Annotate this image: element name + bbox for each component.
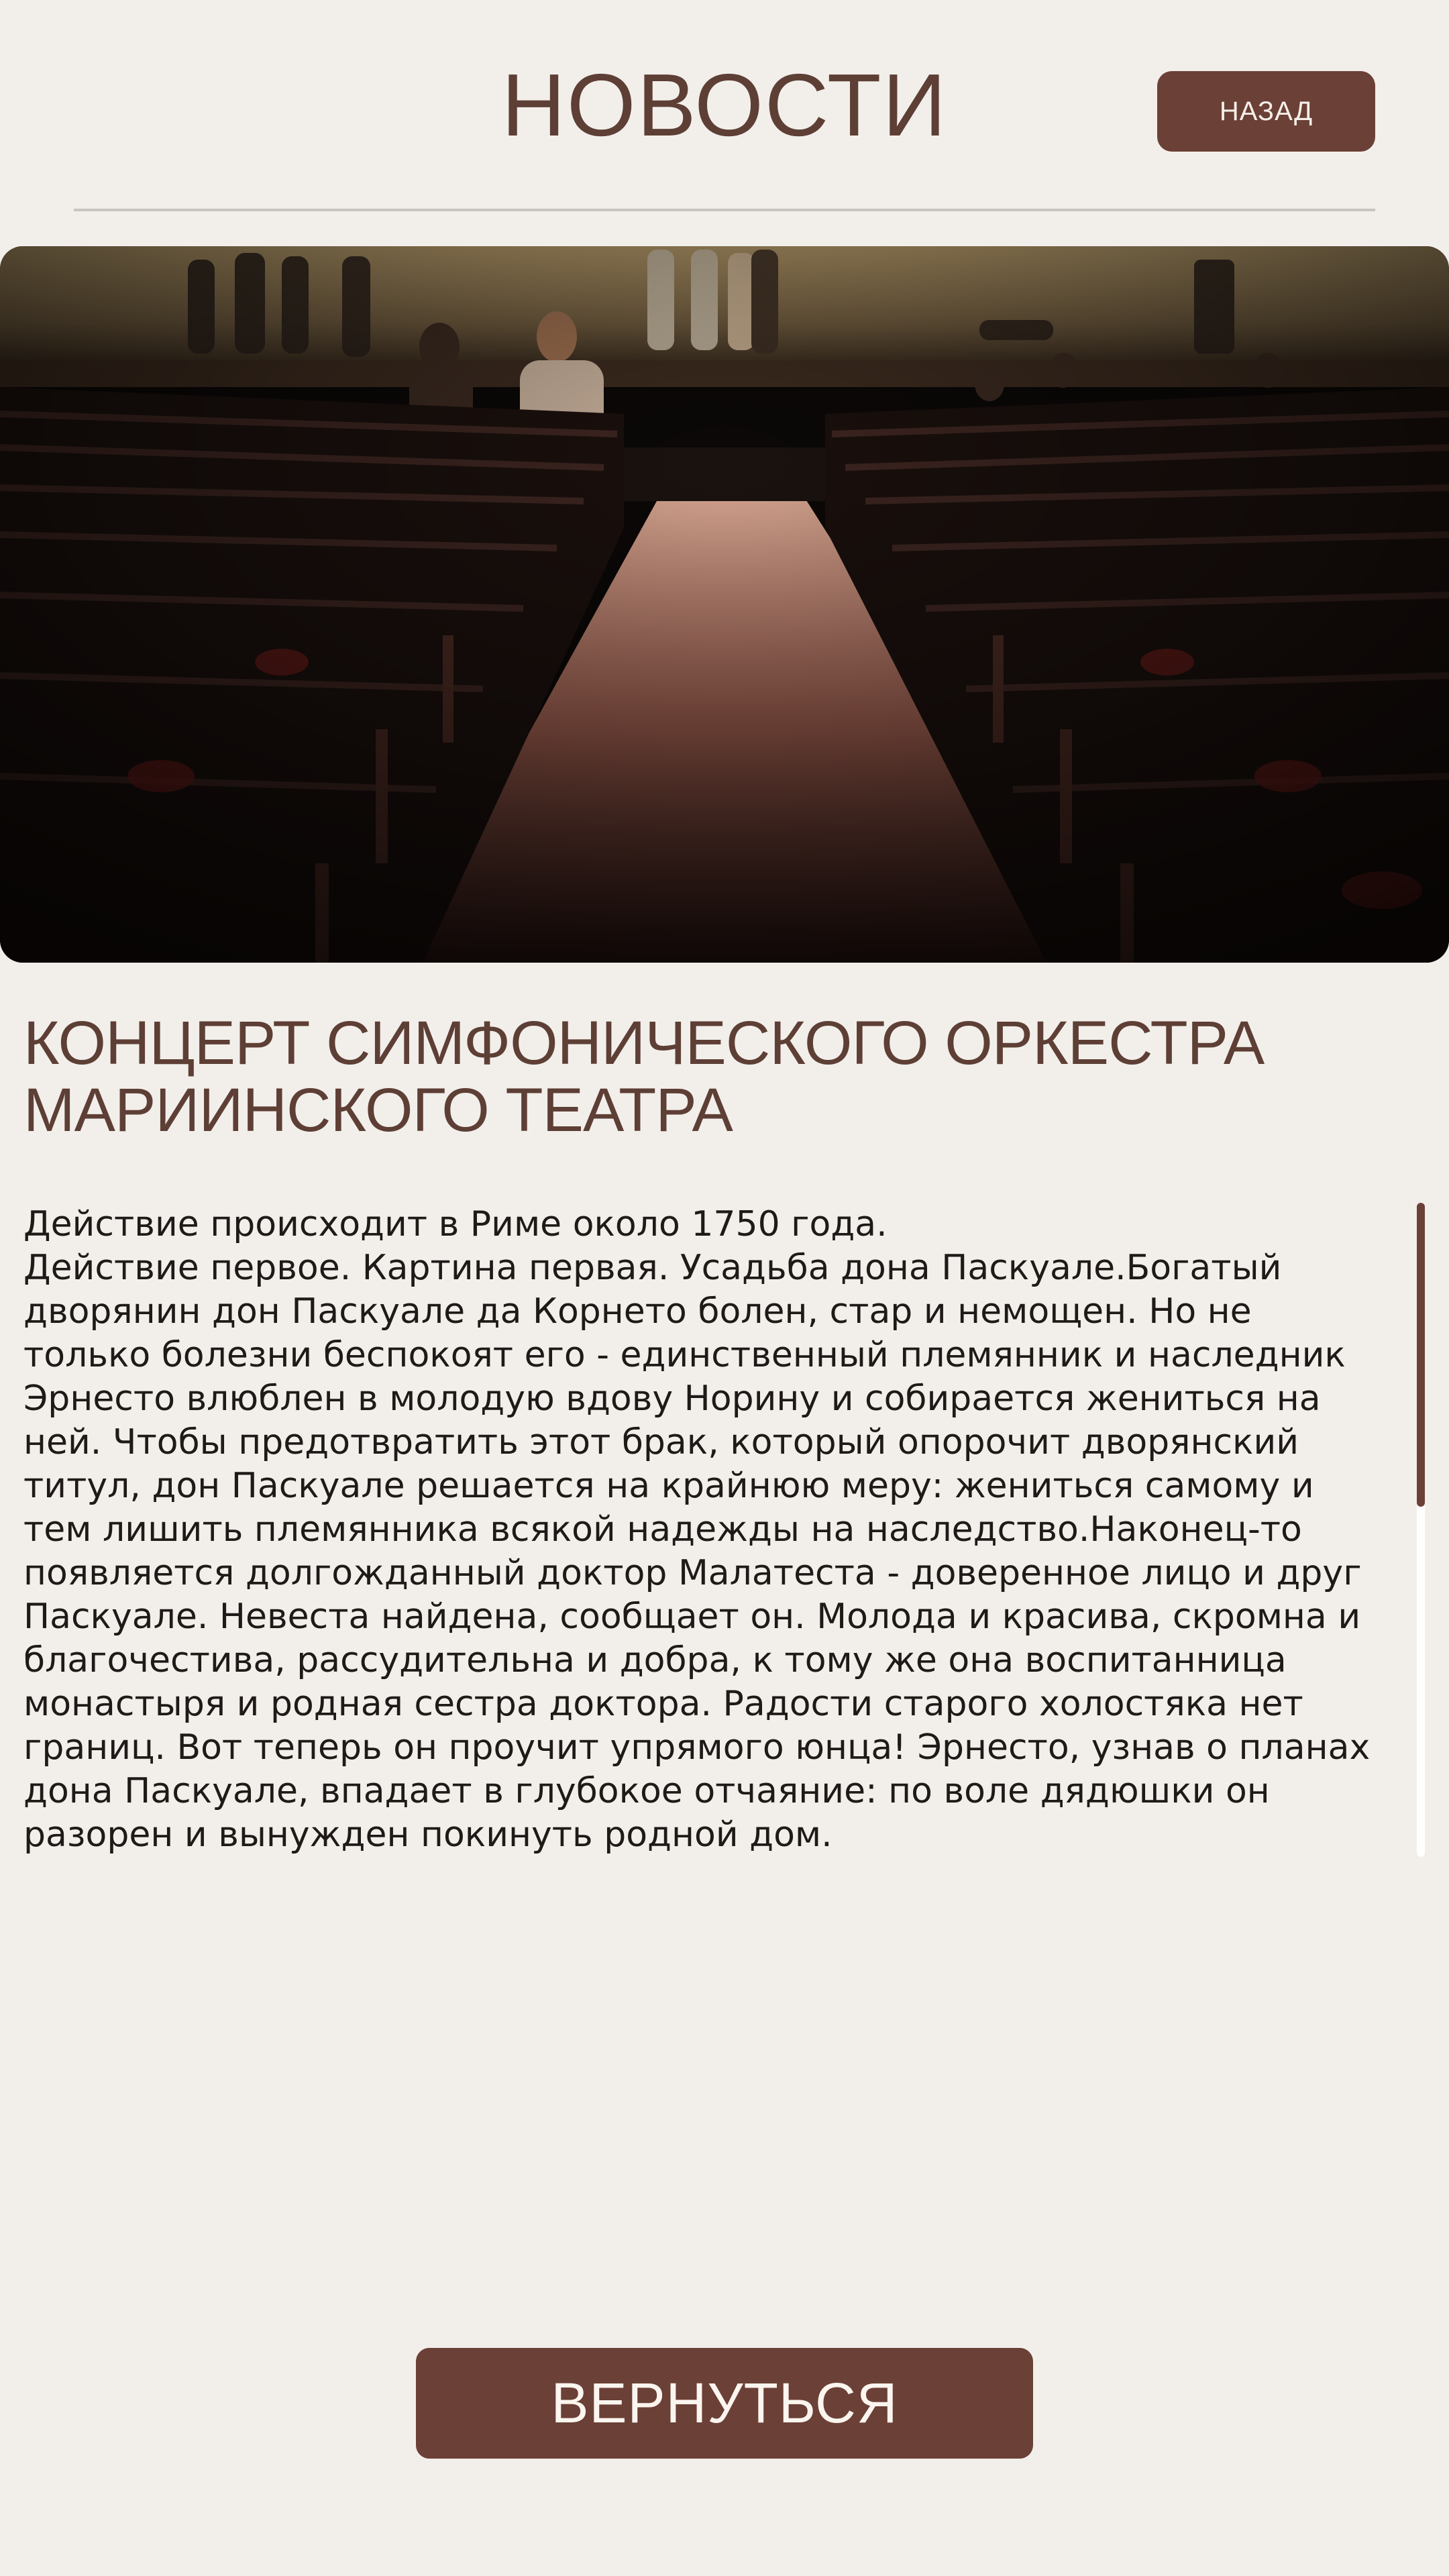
return-button[interactable]: ВЕРНУТЬСЯ: [416, 2348, 1033, 2459]
hero-image-theater: [0, 246, 1449, 963]
article-scrollbar[interactable]: [1417, 1203, 1425, 1857]
scrollbar-thumb[interactable]: [1417, 1203, 1425, 1507]
article-body[interactable]: Действие происходит в Риме около 1750 го…: [23, 1203, 1389, 1857]
article-title: КОНЦЕРТ СИМФОНИЧЕСКОГО ОРКЕСТРА МАРИИНСК…: [23, 1009, 1265, 1144]
back-button[interactable]: НАЗАД: [1157, 71, 1375, 152]
header-divider: [74, 209, 1375, 211]
